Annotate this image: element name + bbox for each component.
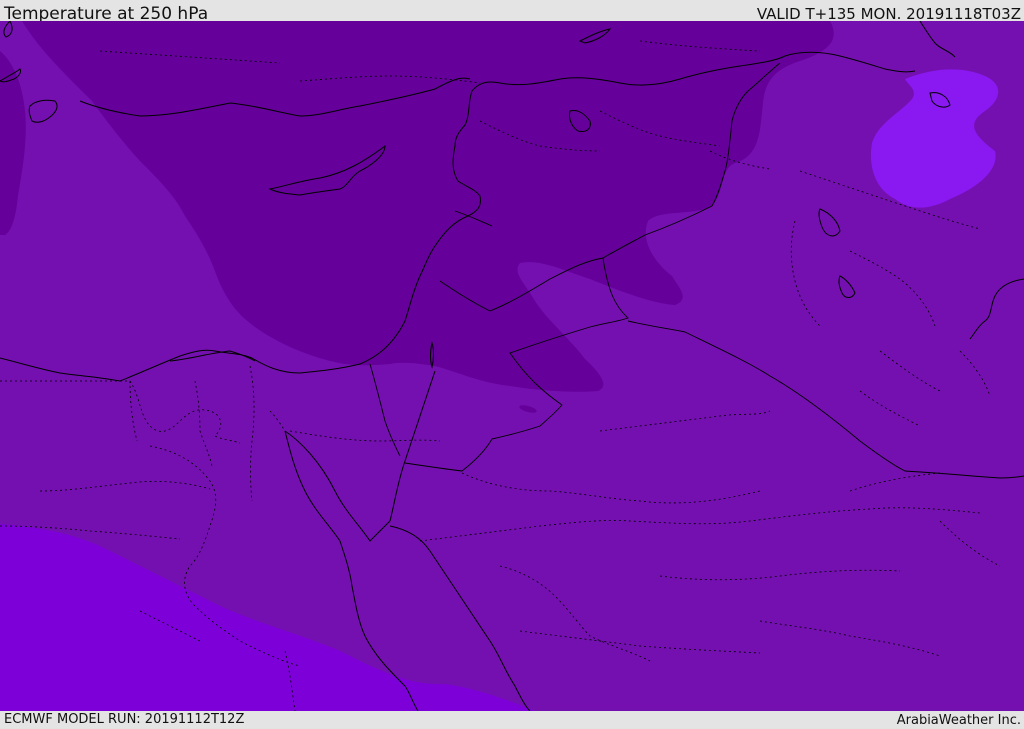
- weather-map-frame: Temperature at 250 hPa VALID T+135 MON. …: [0, 0, 1024, 729]
- header-bar: Temperature at 250 hPa VALID T+135 MON. …: [0, 0, 1024, 24]
- credit-label: ArabiaWeather Inc.: [896, 713, 1021, 728]
- model-run-label: ECMWF MODEL RUN: 20191112T12Z: [4, 712, 245, 727]
- temperature-map-svg: [0, 21, 1024, 711]
- footer-bar: ECMWF MODEL RUN: 20191112T12Z ArabiaWeat…: [0, 711, 1024, 729]
- map-canvas[interactable]: [0, 21, 1024, 711]
